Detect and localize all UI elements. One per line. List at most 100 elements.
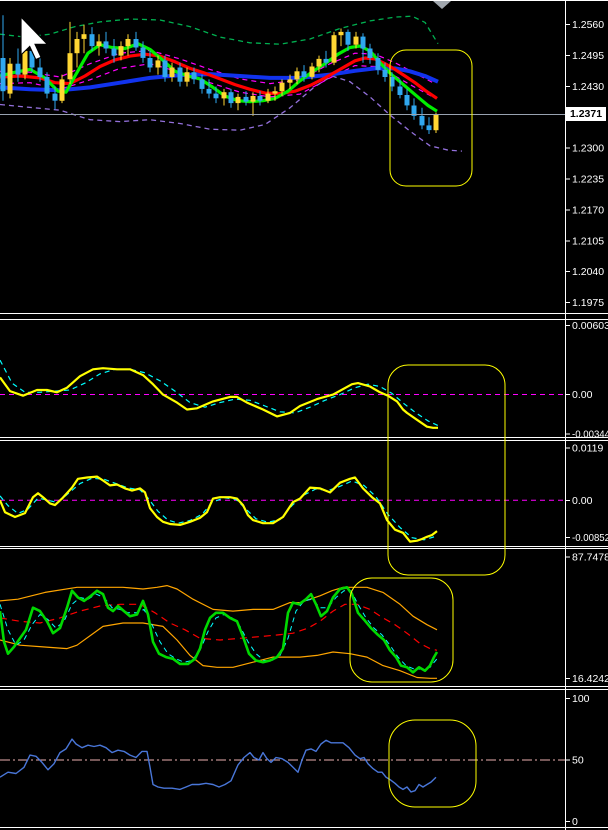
axis-label: 50 — [572, 754, 584, 766]
chart-canvas[interactable]: 1.2560 1.2495 1.2430 1.2300 1.2235 1.2170 1.21… — [0, 0, 608, 830]
candle-body — [200, 79, 205, 89]
candle-body — [82, 34, 87, 39]
candle-body — [295, 71, 300, 79]
candle-body — [163, 60, 168, 77]
panel-osc-a[interactable]: 0.00603 0.00 -0.00344 — [0, 320, 608, 441]
candle-body — [427, 125, 432, 130]
candle-body — [376, 58, 381, 70]
series-band-orange-lower — [0, 623, 437, 678]
panel-osc-b[interactable]: 0.0119 0.00 -0.00852 — [0, 441, 608, 547]
value-axis-osc-d[interactable]: 100 50 0 — [565, 693, 590, 828]
candle-body — [75, 39, 80, 53]
candle-body — [310, 67, 315, 77]
axis-label: 0.00 — [572, 495, 593, 507]
candle-body — [38, 68, 43, 78]
axis-label: 1.2430 — [572, 81, 604, 93]
candle-body — [405, 95, 410, 105]
candle-body — [97, 41, 102, 46]
value-axis-osc-b[interactable]: 0.0119 0.00 -0.00852 — [565, 443, 608, 545]
value-axis-price[interactable]: 1.2560 1.2495 1.2430 1.2300 1.2235 1.2170 1.21… — [565, 19, 604, 309]
candle-body — [134, 39, 139, 48]
candle-body — [156, 60, 161, 67]
series-main-blue — [0, 739, 436, 792]
series-upper-band-green-dashed — [0, 16, 438, 44]
candle-body — [266, 94, 271, 101]
candle-body — [346, 32, 351, 45]
candle-body — [236, 97, 241, 103]
candle-body — [90, 34, 95, 46]
candle-body — [332, 35, 337, 63]
axis-label: 1.2235 — [572, 174, 604, 186]
candle-body — [420, 116, 425, 126]
chart-window[interactable]: 1.2560 1.2495 1.2430 1.2300 1.2235 1.2170 1.21… — [0, 0, 608, 830]
axis-label: 87.7478 — [572, 552, 608, 564]
highlight-box[interactable] — [388, 365, 505, 575]
candle-body — [368, 49, 373, 59]
candle-body — [288, 79, 293, 82]
candle-body — [170, 68, 175, 78]
axis-label: 16.4242 — [572, 673, 608, 685]
current-price-label: 1.2371 — [566, 107, 606, 121]
candle-body — [185, 72, 190, 82]
candle-body — [222, 92, 227, 98]
candle-body — [317, 59, 322, 67]
axis-label: 0.00 — [572, 389, 593, 401]
axis-label: 1.1975 — [572, 297, 604, 309]
series-band-orange-upper — [0, 586, 437, 630]
series-signal-cyan-dashed — [0, 478, 436, 540]
axis-label: 1.2105 — [572, 235, 604, 247]
candle-body — [60, 79, 65, 100]
axis-label: 1.2560 — [572, 19, 604, 31]
candle-body — [104, 41, 109, 48]
candle-body — [119, 46, 124, 56]
panel-osc-d[interactable]: 100 50 0 — [0, 690, 608, 828]
candle-body — [148, 58, 153, 68]
axis-label: 0.0119 — [572, 443, 603, 455]
series-main-yellow — [0, 368, 438, 428]
value-axis-osc-c[interactable]: 87.7478 16.4242 — [565, 552, 608, 685]
panel-osc-c[interactable]: 87.7478 16.4242 — [0, 549, 608, 687]
axis-label: 1.2040 — [572, 266, 604, 278]
candle-body — [324, 59, 329, 63]
candle-body — [273, 91, 278, 93]
highlight-box[interactable] — [389, 720, 476, 807]
candle-body — [45, 77, 50, 94]
candle-body — [361, 37, 366, 49]
candle-body — [339, 32, 344, 35]
candle-body — [141, 48, 146, 58]
candle-body — [112, 49, 117, 56]
candle-body — [258, 96, 263, 101]
value-axis-osc-a[interactable]: 0.00603 0.00 -0.00344 — [565, 320, 608, 441]
candle-body — [192, 72, 197, 79]
candle-body — [8, 64, 13, 94]
candle-body — [23, 51, 28, 75]
scroll-marker-icon[interactable] — [433, 1, 451, 9]
candle-body — [207, 89, 212, 94]
panel-price[interactable]: 1.2560 1.2495 1.2430 1.2300 1.2235 1.2170 1.21… — [0, 1, 608, 314]
candle-body — [214, 94, 219, 99]
axis-label: 1.2300 — [572, 143, 604, 155]
candle-body — [251, 96, 256, 102]
axis-label: 1.2495 — [572, 50, 604, 62]
candle-body — [434, 115, 439, 131]
candle-body — [302, 71, 307, 77]
candle-body — [126, 39, 131, 46]
candle-body — [398, 87, 403, 96]
axis-label: 1.2170 — [572, 204, 604, 216]
axis-label: 0 — [572, 816, 578, 828]
candle-body — [280, 83, 285, 92]
candle-body — [229, 92, 234, 103]
axis-label: -0.00852 — [572, 532, 608, 544]
candle-body — [53, 94, 58, 101]
axis-label: 100 — [572, 693, 590, 705]
candle-body — [354, 37, 359, 45]
series-signal-cyan-dashed — [0, 360, 438, 425]
candle-body — [68, 53, 73, 79]
axis-label: -0.00344 — [572, 429, 608, 441]
candle-body — [383, 70, 388, 77]
candle-body — [244, 97, 249, 102]
candle-body — [178, 68, 183, 82]
candle-body — [16, 64, 21, 75]
candle-body — [1, 58, 6, 91]
axis-label: 0.00603 — [572, 320, 608, 332]
